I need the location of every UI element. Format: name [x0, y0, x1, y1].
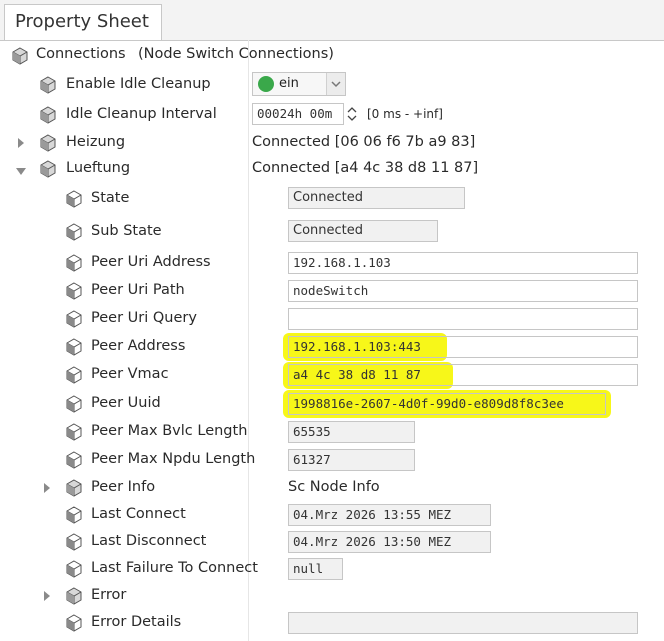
tab-label: Property Sheet [15, 11, 149, 32]
last-connect-field: 04.Mrz 2026 13:55 MEZ [288, 504, 491, 526]
property-cube-icon [66, 338, 82, 356]
state-label: State [91, 190, 130, 206]
tab-bar: Property Sheet [0, 0, 664, 41]
idle-cleanup-interval-label: Idle Cleanup Interval [66, 106, 217, 122]
sub-state-field: Connected [288, 220, 438, 242]
property-cube-icon [66, 223, 82, 241]
last-disconnect-label: Last Disconnect [91, 533, 207, 549]
status-dot-icon [258, 76, 274, 92]
interval-range: [0 ms - +inf] [367, 107, 443, 121]
tab-property-sheet[interactable]: Property Sheet [4, 4, 162, 40]
peer-uuid-label: Peer Uuid [91, 395, 161, 411]
error-label[interactable]: Error [91, 587, 126, 603]
property-cube-icon [66, 614, 82, 632]
property-cube-icon [66, 395, 82, 413]
last-failure-to-connect-label: Last Failure To Connect [91, 560, 258, 576]
component-cube-icon [66, 587, 82, 605]
property-cube-icon [66, 423, 82, 441]
chevron-down-icon [331, 81, 341, 88]
enable-idle-cleanup-value: ein [279, 76, 299, 91]
peer-uri-address-input[interactable]: 192.168.1.103 [288, 252, 638, 274]
peer-address-field: 192.168.1.103:443 [288, 336, 638, 358]
peer-uri-query-input[interactable] [288, 308, 638, 330]
sub-state-label: Sub State [91, 223, 162, 239]
peer-max-bvlc-length-field: 65535 [288, 421, 415, 443]
property-cube-icon [66, 282, 82, 300]
component-cube-icon [40, 76, 56, 94]
property-cube-icon [66, 451, 82, 469]
peer-vmac-label: Peer Vmac [91, 366, 169, 382]
expand-arrow-icon[interactable] [15, 137, 27, 149]
error-details-label: Error Details [91, 614, 182, 630]
component-cube-icon [12, 47, 28, 65]
heizung-value: Connected [06 06 f6 7b a9 83] [252, 134, 476, 150]
spinner-icon[interactable] [346, 106, 358, 122]
component-cube-icon [40, 134, 56, 152]
peer-address-label: Peer Address [91, 338, 186, 354]
last-failure-to-connect-field: null [288, 558, 343, 580]
property-cube-icon [66, 560, 82, 578]
component-cube-icon [40, 106, 56, 124]
error-details-field [288, 612, 638, 634]
lueftung-label[interactable]: Lueftung [66, 160, 130, 176]
peer-max-bvlc-length-label: Peer Max Bvlc Length [91, 423, 248, 439]
peer-uri-path-input[interactable]: nodeSwitch [288, 280, 638, 302]
collapse-arrow-icon[interactable] [15, 165, 27, 177]
peer-info-value: Sc Node Info [288, 479, 380, 495]
peer-uuid-field: 1998816e-2607-4d0f-99d0-e809d8f8c3ee [288, 393, 606, 415]
expand-arrow-icon[interactable] [41, 482, 53, 494]
connections-type: (Node Switch Connections) [138, 46, 334, 62]
lueftung-value: Connected [a4 4c 38 d8 11 87] [252, 160, 479, 176]
column-divider [248, 40, 249, 641]
property-cube-icon [66, 533, 82, 551]
heizung-label[interactable]: Heizung [66, 134, 125, 150]
component-cube-icon [40, 160, 56, 178]
property-cube-icon [66, 506, 82, 524]
peer-uri-query-label: Peer Uri Query [91, 310, 197, 326]
state-field: Connected [288, 187, 465, 209]
idle-cleanup-interval-input[interactable]: 00024h 00m [252, 103, 344, 125]
property-cube-icon [66, 310, 82, 328]
enable-idle-cleanup-label: Enable Idle Cleanup [66, 76, 211, 92]
peer-info-label[interactable]: Peer Info [91, 479, 155, 495]
last-disconnect-field: 04.Mrz 2026 13:50 MEZ [288, 531, 491, 553]
connections-label[interactable]: Connections [36, 46, 126, 62]
property-cube-icon [66, 190, 82, 208]
last-connect-label: Last Connect [91, 506, 186, 522]
expand-arrow-icon[interactable] [41, 590, 53, 602]
peer-max-npdu-length-label: Peer Max Npdu Length [91, 451, 256, 467]
enable-idle-cleanup-select[interactable]: ein [252, 72, 346, 96]
peer-vmac-field: a4 4c 38 d8 11 87 [288, 364, 638, 386]
peer-uri-address-label: Peer Uri Address [91, 254, 211, 270]
peer-max-npdu-length-field: 61327 [288, 449, 415, 471]
property-cube-icon [66, 254, 82, 272]
peer-uri-path-label: Peer Uri Path [91, 282, 185, 298]
property-cube-icon [66, 366, 82, 384]
component-cube-icon [66, 479, 82, 497]
